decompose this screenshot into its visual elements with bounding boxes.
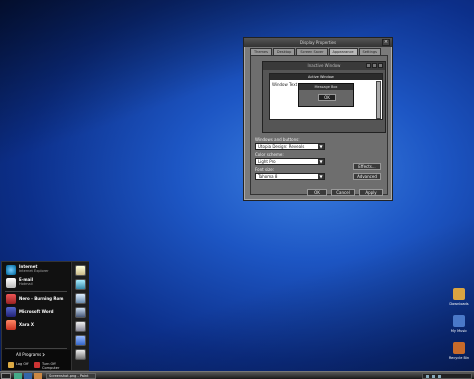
taskbar: Screenshot.png - Paint bbox=[0, 371, 474, 379]
windows-buttons-select[interactable]: Utopia Design: Reveals ▼ bbox=[255, 143, 325, 150]
cancel-button[interactable]: Cancel bbox=[331, 189, 355, 196]
tray-icon[interactable] bbox=[432, 375, 435, 378]
tab-strip: Themes Desktop Screen Saver Appearance S… bbox=[250, 48, 381, 55]
apply-button[interactable]: Apply bbox=[359, 189, 383, 196]
start-item-email[interactable]: E-mail Hotmail bbox=[5, 277, 69, 289]
display-properties-dialog: Display Properties × Themes Desktop Scre… bbox=[243, 37, 393, 201]
start-button[interactable] bbox=[1, 373, 11, 379]
color-scheme-select[interactable]: Light Pro ▼ bbox=[255, 158, 325, 165]
item-title: Xara X bbox=[19, 322, 34, 327]
quick-launch-icon[interactable] bbox=[24, 373, 32, 379]
tab-settings[interactable]: Settings bbox=[358, 48, 381, 55]
preview-window-buttons bbox=[366, 63, 383, 68]
folder-icon bbox=[453, 288, 465, 300]
message-box-title: Message Box bbox=[299, 84, 353, 90]
item-title: Nero - Burning Rom bbox=[19, 296, 64, 301]
start-item-nero[interactable]: Nero - Burning Rom bbox=[5, 293, 69, 305]
taskbar-button[interactable]: Screenshot.png - Paint bbox=[46, 373, 96, 379]
tab-screen-saver[interactable]: Screen Saver bbox=[296, 48, 328, 55]
network-icon[interactable] bbox=[75, 307, 86, 318]
nero-icon bbox=[6, 294, 16, 304]
tab-themes[interactable]: Themes bbox=[250, 48, 272, 55]
dialog-title-bar[interactable]: Display Properties × bbox=[244, 38, 392, 47]
start-menu-places bbox=[71, 262, 89, 370]
active-window-preview: Active Window Window Text Message Box OK bbox=[269, 73, 383, 120]
pictures-icon[interactable] bbox=[75, 279, 86, 290]
color-scheme-value: Light Pro bbox=[258, 159, 276, 164]
inactive-window-title: Inactive Window bbox=[263, 62, 385, 70]
log-off-icon[interactable] bbox=[8, 362, 14, 368]
close-button[interactable]: × bbox=[382, 39, 390, 46]
xara-icon bbox=[6, 320, 16, 330]
color-scheme-label: Color scheme: bbox=[255, 152, 284, 157]
desktop-icon-recycle-bin[interactable]: Recycle Bin bbox=[449, 342, 469, 364]
all-programs-link[interactable]: All Programs bbox=[16, 352, 41, 357]
appearance-panel: Inactive Window Active Window Window Tex… bbox=[250, 55, 388, 195]
windows-buttons-value: Utopia Design: Reveals bbox=[258, 144, 305, 149]
message-box-preview: Message Box OK bbox=[298, 83, 354, 107]
tray-icon[interactable] bbox=[438, 375, 441, 378]
control-panel-icon[interactable] bbox=[75, 321, 86, 332]
desktop-icon-label: Downloads bbox=[449, 302, 469, 306]
start-menu-divider bbox=[5, 348, 67, 349]
power-icon[interactable] bbox=[34, 362, 40, 368]
log-off-button[interactable]: Log Off bbox=[16, 362, 29, 366]
internet-explorer-icon bbox=[6, 265, 16, 275]
chevron-down-icon[interactable]: ▼ bbox=[318, 159, 324, 164]
tab-desktop[interactable]: Desktop bbox=[272, 48, 296, 55]
start-item-xara[interactable]: Xara X bbox=[5, 319, 69, 331]
font-size-select[interactable]: Tahoma 8 ▼ bbox=[255, 173, 325, 180]
computer-icon[interactable] bbox=[75, 293, 86, 304]
effects-button[interactable]: Effects... bbox=[353, 163, 381, 170]
item-title: Microsoft Word bbox=[19, 309, 54, 314]
inactive-window-label: Inactive Window bbox=[307, 63, 341, 68]
search-icon[interactable] bbox=[75, 349, 86, 360]
minimize-icon bbox=[366, 63, 371, 68]
music-folder-icon bbox=[453, 315, 465, 327]
turn-off-button[interactable]: Turn Off Computer bbox=[42, 362, 70, 370]
chevron-right-icon[interactable]: › bbox=[42, 350, 45, 359]
start-menu-divider bbox=[5, 291, 67, 292]
desktop-icon-label: Recycle Bin bbox=[448, 356, 470, 360]
start-menu: Internet Internet Explorer E-mail Hotmai… bbox=[1, 261, 89, 371]
start-menu-programs: Internet Internet Explorer E-mail Hotmai… bbox=[2, 262, 70, 350]
chevron-down-icon[interactable]: ▼ bbox=[318, 174, 324, 179]
tray-icon[interactable] bbox=[426, 375, 429, 378]
quick-launch-icon[interactable] bbox=[14, 373, 22, 379]
start-menu-footer: Log Off Turn Off Computer bbox=[2, 360, 70, 371]
active-window-title: Active Window bbox=[270, 74, 382, 80]
font-size-label: Font size: bbox=[255, 167, 275, 172]
advanced-button[interactable]: Advanced bbox=[353, 173, 381, 180]
appearance-preview: Inactive Window Active Window Window Tex… bbox=[262, 61, 386, 133]
close-icon bbox=[378, 63, 383, 68]
help-icon[interactable] bbox=[75, 335, 86, 346]
documents-icon[interactable] bbox=[75, 265, 86, 276]
window-text-label: Window Text bbox=[272, 82, 298, 87]
word-icon bbox=[6, 307, 16, 317]
chevron-down-icon[interactable]: ▼ bbox=[318, 144, 324, 149]
maximize-icon bbox=[372, 63, 377, 68]
tab-appearance[interactable]: Appearance bbox=[328, 48, 358, 55]
desktop-icon-label: My Music bbox=[450, 329, 468, 333]
recycle-bin-icon bbox=[453, 342, 465, 354]
font-size-value: Tahoma 8 bbox=[258, 174, 278, 179]
preview-scrollbar bbox=[376, 81, 381, 119]
item-subtitle: Hotmail bbox=[19, 282, 33, 286]
start-item-internet[interactable]: Internet Internet Explorer bbox=[5, 264, 69, 276]
email-icon bbox=[6, 278, 16, 288]
system-tray bbox=[422, 373, 472, 379]
dialog-title: Display Properties bbox=[299, 40, 337, 45]
windows-buttons-label: Windows and buttons: bbox=[255, 137, 300, 142]
preview-ok-button: OK bbox=[318, 94, 336, 101]
desktop-icon-downloads[interactable]: Downloads bbox=[449, 288, 469, 310]
desktop-icon-my-music[interactable]: My Music bbox=[449, 315, 469, 337]
start-item-word[interactable]: Microsoft Word bbox=[5, 306, 69, 318]
item-subtitle: Internet Explorer bbox=[19, 269, 49, 273]
ok-button[interactable]: OK bbox=[307, 189, 327, 196]
quick-launch-icon[interactable] bbox=[34, 373, 42, 379]
